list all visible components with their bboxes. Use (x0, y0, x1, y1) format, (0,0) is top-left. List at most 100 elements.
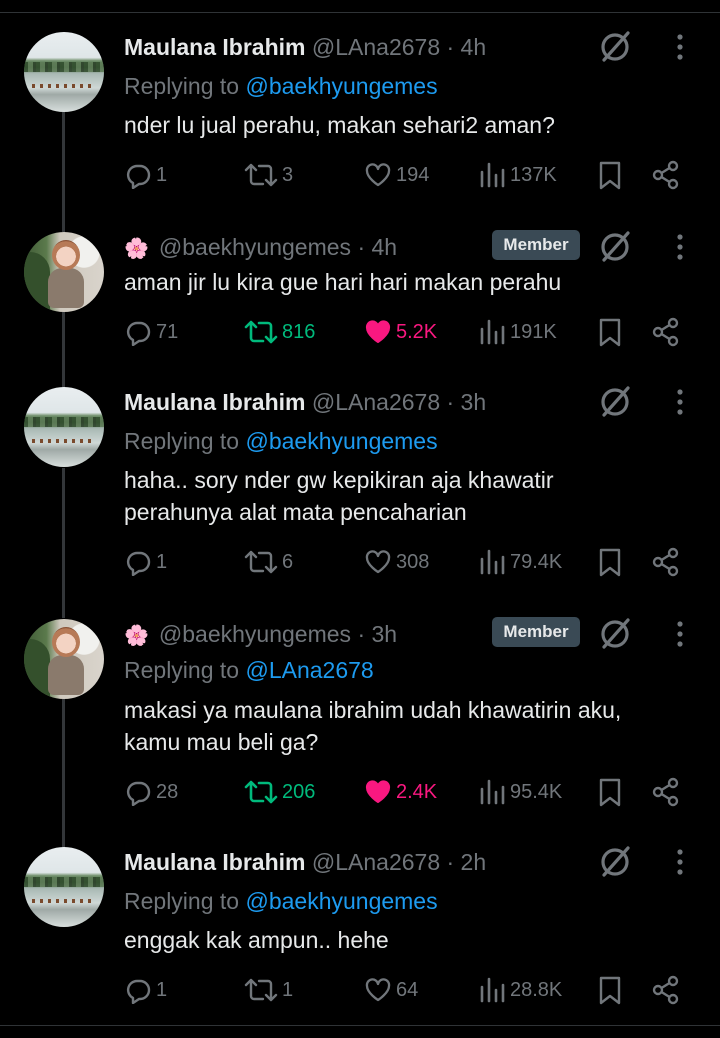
repost-button[interactable]: 3 (244, 159, 293, 191)
reply-icon (126, 781, 151, 806)
flower-emoji: 🌸 (124, 625, 149, 647)
views-icon (480, 162, 505, 188)
repost-button[interactable]: 1 (244, 974, 293, 1006)
share-button[interactable] (651, 546, 681, 578)
like-button[interactable]: 64 (364, 974, 418, 1006)
grok-icon[interactable] (598, 385, 632, 419)
mention-link[interactable]: @baekhyungemes (245, 888, 437, 914)
timestamp[interactable]: · 4h (447, 34, 487, 60)
repost-button[interactable]: 6 (244, 546, 293, 578)
like-button[interactable]: 2.4K (364, 776, 437, 808)
tweet-header: 🌸 @baekhyungemes · 4h (124, 230, 397, 264)
share-icon (652, 975, 679, 1005)
reply-button[interactable]: 28 (124, 776, 178, 808)
like-icon (365, 780, 391, 803)
share-icon (652, 160, 679, 190)
avatar[interactable] (24, 32, 104, 112)
flower-emoji: 🌸 (124, 238, 149, 260)
thread-line (62, 468, 65, 618)
timestamp[interactable]: · 4h (357, 234, 397, 260)
bookmark-icon (599, 976, 621, 1005)
share-button[interactable] (651, 776, 681, 808)
mention-link[interactable]: @baekhyungemes (245, 428, 437, 454)
repost-icon (244, 978, 278, 1002)
action-bar: 1 1 64 28.8K (0, 974, 720, 1006)
reply-button[interactable]: 1 (124, 546, 167, 578)
views-button[interactable]: 191K (478, 316, 557, 348)
views-button[interactable]: 28.8K (478, 974, 562, 1006)
more-icon[interactable] (666, 232, 694, 262)
action-bar: 1 3 194 137K (0, 159, 720, 191)
bookmark-button[interactable] (596, 974, 624, 1006)
like-button[interactable]: 194 (364, 159, 429, 191)
share-button[interactable] (651, 316, 681, 348)
share-button[interactable] (651, 159, 681, 191)
like-button[interactable]: 5.2K (364, 316, 437, 348)
avatar[interactable] (24, 847, 104, 927)
more-icon[interactable] (666, 32, 694, 62)
bottom-divider (0, 1025, 720, 1026)
tweet-text: enggak kak ampun.. hehe (124, 927, 389, 953)
user-handle[interactable]: @LAna2678 (312, 34, 440, 60)
avatar[interactable] (24, 619, 104, 699)
grok-icon[interactable] (598, 30, 632, 64)
repost-button[interactable]: 206 (244, 776, 315, 808)
mention-link[interactable]: @LAna2678 (245, 657, 373, 683)
repost-button[interactable]: 816 (244, 316, 315, 348)
tweet-header: Maulana Ibrahim @LAna2678 · 3h (124, 385, 486, 419)
bookmark-icon (599, 161, 621, 190)
views-button[interactable]: 137K (478, 159, 557, 191)
avatar[interactable] (24, 387, 104, 467)
views-icon (480, 319, 505, 345)
bookmark-button[interactable] (596, 316, 624, 348)
grok-icon[interactable] (598, 617, 632, 651)
bookmark-button[interactable] (596, 159, 624, 191)
replying-to: Replying to @baekhyungemes (124, 73, 438, 99)
reply-icon (126, 979, 151, 1004)
tweet-header: Maulana Ibrahim @LAna2678 · 4h (124, 30, 486, 64)
reply-button[interactable]: 1 (124, 974, 167, 1006)
views-icon (480, 779, 505, 805)
like-icon (365, 320, 391, 343)
share-icon (652, 317, 679, 347)
repost-icon (244, 163, 278, 187)
grok-icon[interactable] (598, 230, 632, 264)
display-name[interactable]: Maulana Ibrahim (124, 389, 305, 415)
reply-icon (126, 164, 151, 189)
top-divider (0, 12, 720, 13)
member-badge[interactable]: Member (492, 230, 580, 260)
reply-button[interactable]: 1 (124, 159, 167, 191)
repost-icon (244, 550, 278, 574)
tweet-text-line: haha.. sory nder gw kepikiran aja khawat… (124, 467, 554, 493)
user-handle[interactable]: @baekhyungemes (159, 234, 351, 260)
mention-link[interactable]: @baekhyungemes (245, 73, 437, 99)
bookmark-button[interactable] (596, 776, 624, 808)
replying-to: Replying to @LAna2678 (124, 657, 374, 683)
tweet-text: aman jir lu kira gue hari hari makan per… (124, 269, 562, 295)
more-icon[interactable] (666, 847, 694, 877)
thread-line (62, 698, 65, 848)
repost-icon (244, 780, 278, 804)
more-icon[interactable] (666, 387, 694, 417)
timestamp[interactable]: · 3h (357, 621, 397, 647)
member-badge[interactable]: Member (492, 617, 580, 647)
timestamp[interactable]: · 3h (447, 389, 487, 415)
grok-icon[interactable] (598, 845, 632, 879)
reply-button[interactable]: 71 (124, 316, 178, 348)
more-icon[interactable] (666, 619, 694, 649)
timestamp[interactable]: · 2h (447, 849, 487, 875)
user-handle[interactable]: @LAna2678 (312, 389, 440, 415)
like-button[interactable]: 308 (364, 546, 429, 578)
views-button[interactable]: 95.4K (478, 776, 562, 808)
user-handle[interactable]: @LAna2678 (312, 849, 440, 875)
tweet-text: nder lu jual perahu, makan sehari2 aman? (124, 112, 555, 138)
share-button[interactable] (651, 974, 681, 1006)
views-button[interactable]: 79.4K (478, 546, 562, 578)
avatar[interactable] (24, 232, 104, 312)
action-bar: 28 206 2.4K 95.4K (0, 776, 720, 808)
reply-icon (126, 551, 151, 576)
bookmark-button[interactable] (596, 546, 624, 578)
display-name[interactable]: Maulana Ibrahim (124, 849, 305, 875)
user-handle[interactable]: @baekhyungemes (159, 621, 351, 647)
display-name[interactable]: Maulana Ibrahim (124, 34, 305, 60)
